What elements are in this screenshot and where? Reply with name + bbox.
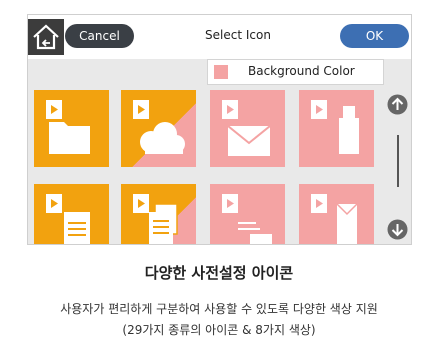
- background-color-button[interactable]: Background Color: [207, 59, 384, 85]
- folder-icon: [46, 100, 90, 154]
- background-color-label: Background Color: [248, 64, 355, 78]
- scrollbar-track[interactable]: [397, 135, 399, 187]
- color-swatch: [214, 65, 228, 79]
- icon-tile-cloud[interactable]: [121, 90, 196, 167]
- screen-title: Select Icon: [205, 28, 271, 42]
- arrow-down-icon: [387, 219, 408, 240]
- ok-button[interactable]: OK: [340, 24, 409, 48]
- document-icon: [46, 194, 90, 244]
- icon-tile-envelope-document[interactable]: [299, 184, 374, 244]
- icon-tile-documents[interactable]: [121, 184, 196, 244]
- cancel-button[interactable]: Cancel: [65, 24, 134, 48]
- icon-tile-fax[interactable]: [210, 184, 285, 244]
- arrow-up-icon: [387, 94, 408, 115]
- usb-drive-icon: [311, 100, 359, 154]
- icon-tile-document[interactable]: [34, 184, 109, 244]
- scroll-up-button[interactable]: [387, 94, 408, 115]
- envelope-icon: [222, 100, 271, 156]
- home-button[interactable]: [28, 19, 64, 55]
- cloud-icon: [133, 100, 185, 154]
- icon-tile-envelope[interactable]: [210, 90, 285, 167]
- caption-note: (29가지 종류의 아이콘 & 8가지 색상): [122, 323, 316, 337]
- icon-tile-usb[interactable]: [299, 90, 374, 167]
- fax-document-icon: [222, 194, 272, 244]
- caption-description: 사용자가 편리하게 구분하여 사용할 수 있도록 다양한 색상 지원: [60, 302, 378, 316]
- home-back-icon: [33, 24, 59, 50]
- icon-selection-panel: Background Color: [28, 59, 411, 244]
- scroll-down-button[interactable]: [387, 219, 408, 240]
- top-bar: Cancel Select Icon OK: [28, 15, 411, 59]
- documents-icon: [133, 194, 178, 244]
- envelope-document-icon: [311, 194, 358, 244]
- caption-title: 다양한 사전설정 아이콘: [144, 264, 294, 282]
- printer-screen: Cancel Select Icon OK Background Color: [27, 14, 412, 245]
- icon-tile-folder[interactable]: [34, 90, 109, 167]
